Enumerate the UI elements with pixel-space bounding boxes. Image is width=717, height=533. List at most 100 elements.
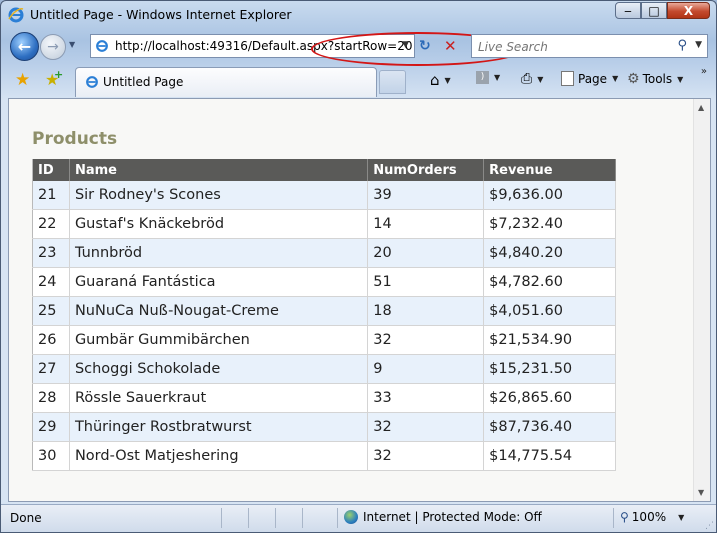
cell-revenue: $4,840.20 [483,238,616,268]
status-divider [248,508,249,528]
ie-logo-icon [8,7,24,23]
page-menu-label: Page [578,71,608,86]
cell-name: Nord-Ost Matjeshering [69,441,369,471]
cell-revenue: $26,865.60 [483,383,616,413]
chevron-more-icon[interactable]: » [701,66,707,77]
globe-icon [344,510,358,524]
web-page: Products ID Name NumOrders Revenue 21 Si… [9,99,694,501]
back-button[interactable]: ← [10,32,39,61]
cell-name: Thüringer Rostbratwurst [69,412,369,442]
cell-id: 30 [32,441,70,471]
tools-menu-dropdown-icon: ▼ [677,74,684,84]
table-row: 27 Schoggi Schokolade 9 $15,231.50 [32,354,616,384]
refresh-icon[interactable]: ↻ [419,38,435,54]
status-divider [221,508,222,528]
cell-id: 25 [32,296,70,326]
search-dropdown-icon[interactable]: ▼ [695,40,702,50]
feeds-button[interactable]: ) ▼ [476,71,500,84]
cell-numorders: 14 [367,209,485,239]
print-button[interactable]: ⎙ ▼ [521,71,543,87]
maximize-button[interactable]: □ [641,2,667,19]
address-dropdown-icon[interactable]: ▼ [402,40,409,50]
search-icon[interactable]: ⚲ [677,38,687,53]
navigation-bar: ← → ▼ http://localhost:49316/Default.asp… [1,30,716,66]
rss-feed-icon: ) [476,71,489,84]
tools-menu-button[interactable]: ⚙ Tools ▼ [627,71,683,87]
cell-numorders: 20 [367,238,485,268]
vertical-scrollbar[interactable]: ▲ ▼ [693,99,710,501]
cell-id: 23 [32,238,70,268]
recent-pages-dropdown-icon[interactable]: ▼ [69,40,75,49]
page-icon [96,40,108,52]
zoom-level: 100% [631,510,667,524]
close-button[interactable]: X [667,2,710,19]
cell-numorders: 32 [367,325,485,355]
cell-id: 21 [32,181,70,210]
column-header-revenue: Revenue [483,159,616,181]
tab-untitled-page[interactable]: Untitled Page [75,67,377,97]
cell-revenue: $87,736.40 [483,412,616,442]
search-input[interactable] [476,38,670,56]
status-bar: Done Internet | Protected Mode: Off ⚲ 10… [1,504,716,532]
search-box[interactable]: ⚲ ▼ [471,34,708,58]
tab-bar: ★ ★ + Untitled Page ⌂ ▼ ) ▼ ⎙ ▼ Page ▼ ⚙ Tool… [1,64,716,98]
cell-revenue: $4,051.60 [483,296,616,326]
window-title: Untitled Page - Windows Internet Explore… [30,7,292,22]
minimize-icon: ‒ [624,3,632,18]
forward-button[interactable]: → [40,34,66,60]
minimize-button[interactable]: ‒ [615,2,641,19]
cell-name: Gumbär Gummibärchen [69,325,369,355]
cell-revenue: $9,636.00 [483,181,616,210]
scroll-up-icon[interactable]: ▲ [698,103,704,112]
column-header-name: Name [69,159,369,181]
cell-name: Schoggi Schokolade [69,354,369,384]
printer-icon: ⎙ [521,71,533,87]
feeds-dropdown-icon[interactable]: ▼ [494,73,500,82]
cell-id: 26 [32,325,70,355]
page-doc-icon [561,71,574,86]
browser-window: Untitled Page - Windows Internet Explore… [0,0,717,533]
print-dropdown-icon[interactable]: ▼ [537,75,543,84]
table-row: 29 Thüringer Rostbratwurst 32 $87,736.40 [32,412,616,442]
cell-id: 28 [32,383,70,413]
stop-icon[interactable]: ✕ [444,37,460,55]
status-text: Done [10,511,42,525]
products-table: ID Name NumOrders Revenue 21 Sir Rodney'… [32,159,616,471]
column-header-id: ID [32,159,70,181]
zoom-magnifier-icon: ⚲ [620,510,629,524]
cell-name: Guaraná Fantástica [69,267,369,297]
tools-menu-label: Tools [642,72,673,86]
favorites-star-icon[interactable]: ★ [15,70,30,90]
table-header-row: ID Name NumOrders Revenue [32,159,616,181]
cell-numorders: 39 [367,181,485,210]
home-dropdown-icon[interactable]: ▼ [445,76,451,85]
table-row: 30 Nord-Ost Matjeshering 32 $14,775.54 [32,441,616,471]
security-zone-label: Internet | Protected Mode: Off [363,510,542,524]
cell-numorders: 32 [367,441,485,471]
cell-numorders: 51 [367,267,485,297]
table-row: 25 NuNuCa Nuß-Nougat-Creme 18 $4,051.60 [32,296,616,326]
page-menu-button[interactable]: Page ▼ [561,71,618,86]
resize-grip-icon[interactable]: ⋰ [705,521,714,531]
cell-name: Tunnbröd [69,238,369,268]
zoom-control[interactable]: ⚲ 100% ▼ [620,510,684,524]
tab-page-icon [86,76,98,88]
security-zone[interactable]: Internet | Protected Mode: Off [344,510,542,524]
new-tab-button[interactable] [379,70,406,94]
address-bar[interactable]: http://localhost:49316/Default.aspx?star… [90,32,524,66]
add-favorites-icon[interactable]: ★ + [45,68,63,89]
scroll-down-icon[interactable]: ▼ [698,488,704,497]
cell-id: 27 [32,354,70,384]
home-button[interactable]: ⌂ ▼ [430,71,451,89]
cell-name: NuNuCa Nuß-Nougat-Creme [69,296,369,326]
zoom-dropdown-icon[interactable]: ▼ [678,513,684,522]
maximize-icon: □ [648,3,660,18]
cell-numorders: 32 [367,412,485,442]
page-viewport: Products ID Name NumOrders Revenue 21 Si… [8,98,711,502]
window-controls: ‒ □ X [615,2,710,20]
cell-revenue: $14,775.54 [483,441,616,471]
title-bar: Untitled Page - Windows Internet Explore… [1,1,716,29]
address-input[interactable]: http://localhost:49316/Default.aspx?star… [115,39,412,53]
status-divider [613,508,614,528]
cell-revenue: $15,231.50 [483,354,616,384]
